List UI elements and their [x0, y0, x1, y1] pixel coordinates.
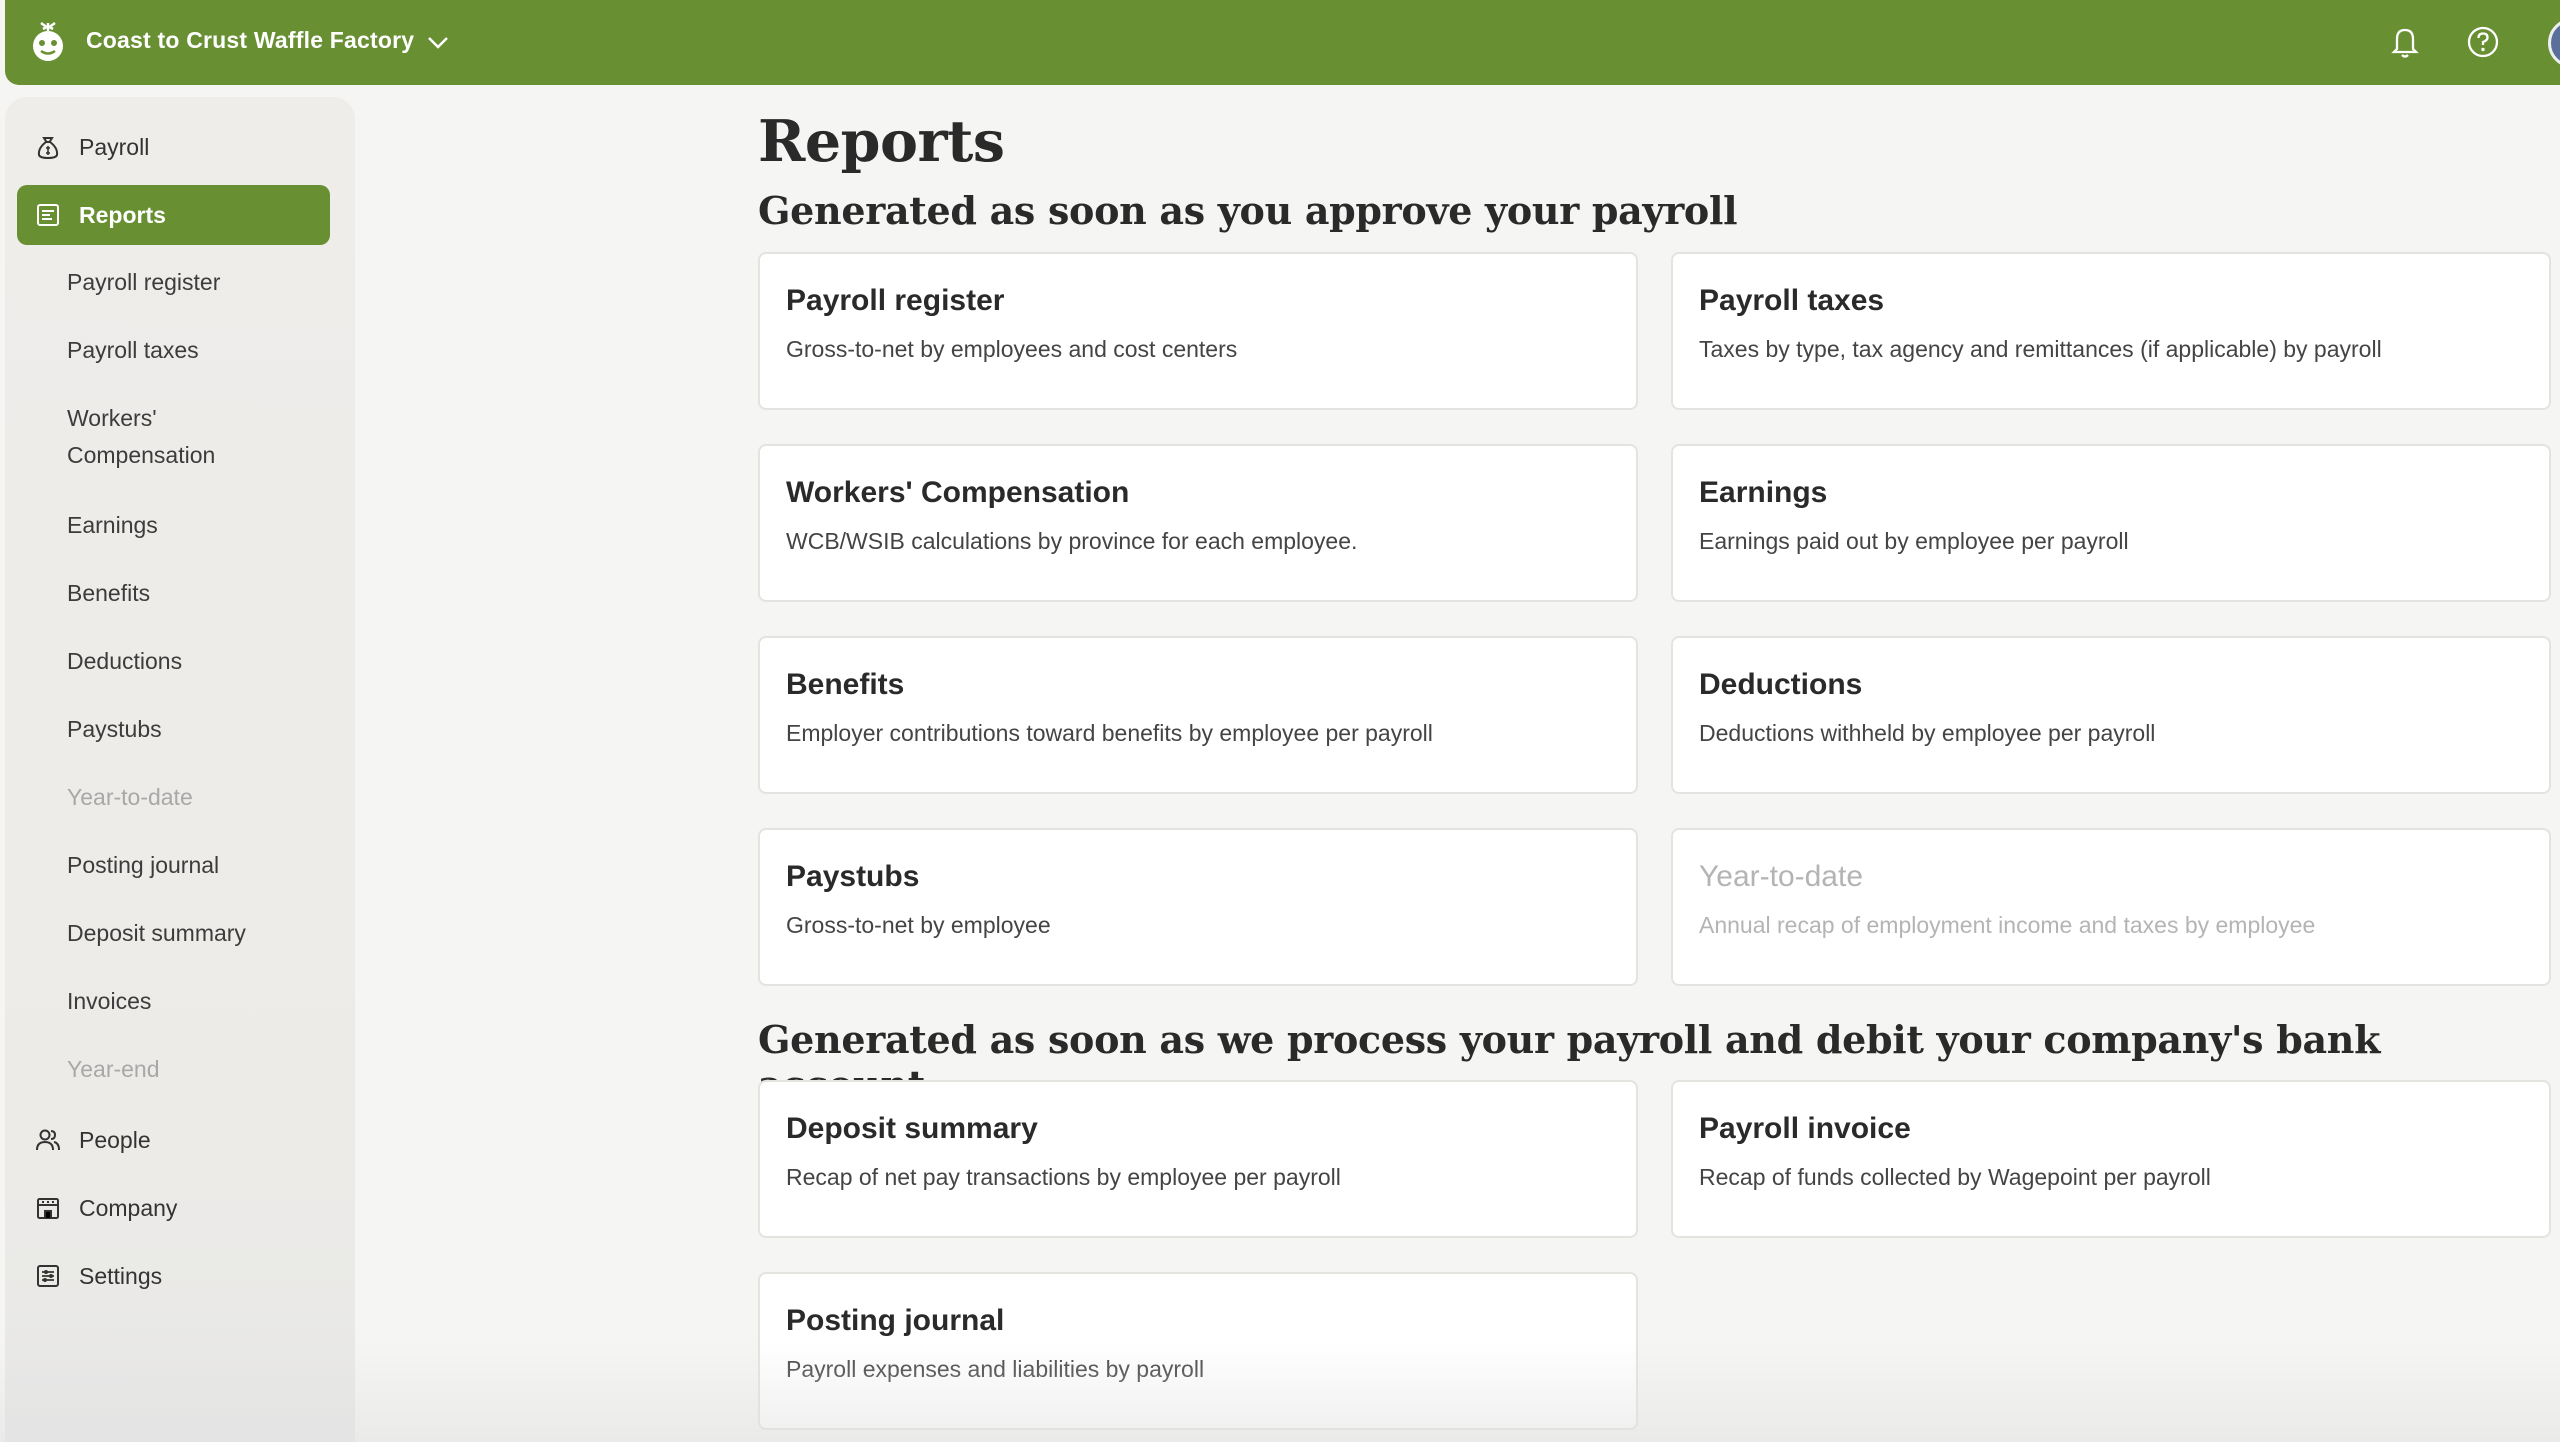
help-icon[interactable] [2465, 24, 2501, 60]
sidebar-subitem-posting-journal[interactable]: Posting journal [67, 847, 219, 884]
settings-icon [33, 1261, 63, 1291]
report-card-posting-journal[interactable]: Posting journal Payroll expenses and lia… [758, 1272, 1638, 1430]
card-description: Annual recap of employment income and ta… [1699, 912, 2316, 938]
card-description: Taxes by type, tax agency and remittance… [1699, 336, 2382, 362]
report-card-paystubs[interactable]: Paystubs Gross-to-net by employee [758, 828, 1638, 986]
sidebar-subitem-earnings[interactable]: Earnings [67, 507, 158, 544]
card-title: Benefits [786, 668, 905, 701]
report-card-earnings[interactable]: Earnings Earnings paid out by employee p… [1671, 444, 2551, 602]
sidebar-item-settings[interactable]: Settings [17, 1246, 330, 1306]
sidebar-subitem-deductions[interactable]: Deductions [67, 643, 182, 680]
sidebar-item-label: Settings [79, 1262, 163, 1289]
card-description: Earnings paid out by employee per payrol… [1699, 528, 2129, 554]
report-card-workers-compensation[interactable]: Workers' Compensation WCB/WSIB calculati… [758, 444, 1638, 602]
card-title: Year-to-date [1699, 860, 1864, 893]
card-description: Payroll expenses and liabilities by payr… [786, 1356, 1205, 1382]
avatar[interactable] [2548, 18, 2560, 68]
report-card-deposit-summary[interactable]: Deposit summary Recap of net pay transac… [758, 1080, 1638, 1238]
card-description: Recap of net pay transactions by employe… [786, 1164, 1341, 1190]
sidebar-item-reports[interactable]: Reports [17, 185, 330, 245]
card-description: Deductions withheld by employee per payr… [1699, 720, 2156, 746]
sidebar-subitem-paystubs[interactable]: Paystubs [67, 711, 162, 748]
sidebar-subitem-benefits[interactable]: Benefits [67, 575, 150, 612]
sidebar: Payroll Reports Payroll register Payroll… [5, 97, 355, 1442]
report-card-deductions[interactable]: Deductions Deductions withheld by employ… [1671, 636, 2551, 794]
report-card-payroll-register[interactable]: Payroll register Gross-to-net by employe… [758, 252, 1638, 410]
card-description: Recap of funds collected by Wagepoint pe… [1699, 1164, 2211, 1190]
sidebar-subitem-invoices[interactable]: Invoices [67, 983, 151, 1020]
sidebar-subitem-deposit-summary[interactable]: Deposit summary [67, 915, 246, 952]
sidebar-subitem-payroll-taxes[interactable]: Payroll taxes [67, 332, 199, 369]
money-bag-icon [33, 132, 63, 162]
company-switcher[interactable]: Coast to Crust Waffle Factory [86, 27, 414, 54]
card-description: Gross-to-net by employees and cost cente… [786, 336, 1238, 362]
card-title: Paystubs [786, 860, 920, 893]
sidebar-item-label: Reports [79, 201, 166, 228]
report-icon [33, 200, 63, 230]
card-description: Employer contributions toward benefits b… [786, 720, 1433, 746]
card-title: Payroll taxes [1699, 284, 1885, 317]
report-card-payroll-invoice[interactable]: Payroll invoice Recap of funds collected… [1671, 1080, 2551, 1238]
card-title: Earnings [1699, 476, 1828, 509]
sidebar-item-company[interactable]: Company [17, 1178, 330, 1238]
report-card-benefits[interactable]: Benefits Employer contributions toward b… [758, 636, 1638, 794]
sidebar-item-label: Company [79, 1194, 178, 1221]
top-bar: Coast to Crust Waffle Factory [5, 0, 2560, 85]
page-title: Reports [758, 108, 1005, 175]
chevron-down-icon[interactable] [425, 30, 451, 56]
sidebar-subitem-year-to-date: Year-to-date [67, 784, 193, 810]
card-title: Payroll invoice [1699, 1112, 1911, 1145]
company-logo-icon[interactable] [27, 20, 69, 64]
card-title: Deposit summary [786, 1112, 1038, 1145]
card-title: Workers' Compensation [786, 476, 1130, 509]
section-title: Generated as soon as you approve your pa… [758, 188, 1738, 233]
sidebar-item-label: Payroll [79, 133, 150, 160]
building-icon [33, 1193, 63, 1223]
card-description: WCB/WSIB calculations by province for ea… [786, 528, 1358, 554]
report-card-payroll-taxes[interactable]: Payroll taxes Taxes by type, tax agency … [1671, 252, 2551, 410]
report-card-year-to-date: Year-to-date Annual recap of employment … [1671, 828, 2551, 986]
card-title: Deductions [1699, 668, 1863, 701]
sidebar-subitem-workers-compensation[interactable]: Workers' Compensation [67, 400, 267, 474]
sidebar-item-payroll[interactable]: Payroll [17, 117, 330, 177]
sidebar-item-label: People [79, 1126, 151, 1153]
card-title: Payroll register [786, 284, 1005, 317]
card-title: Posting journal [786, 1304, 1005, 1337]
sidebar-subitem-year-end: Year-end [67, 1056, 160, 1082]
people-icon [33, 1125, 63, 1155]
sidebar-subitem-payroll-register[interactable]: Payroll register [67, 264, 220, 301]
bell-icon[interactable] [2387, 24, 2423, 60]
card-description: Gross-to-net by employee [786, 912, 1051, 938]
sidebar-item-people[interactable]: People [17, 1110, 330, 1170]
